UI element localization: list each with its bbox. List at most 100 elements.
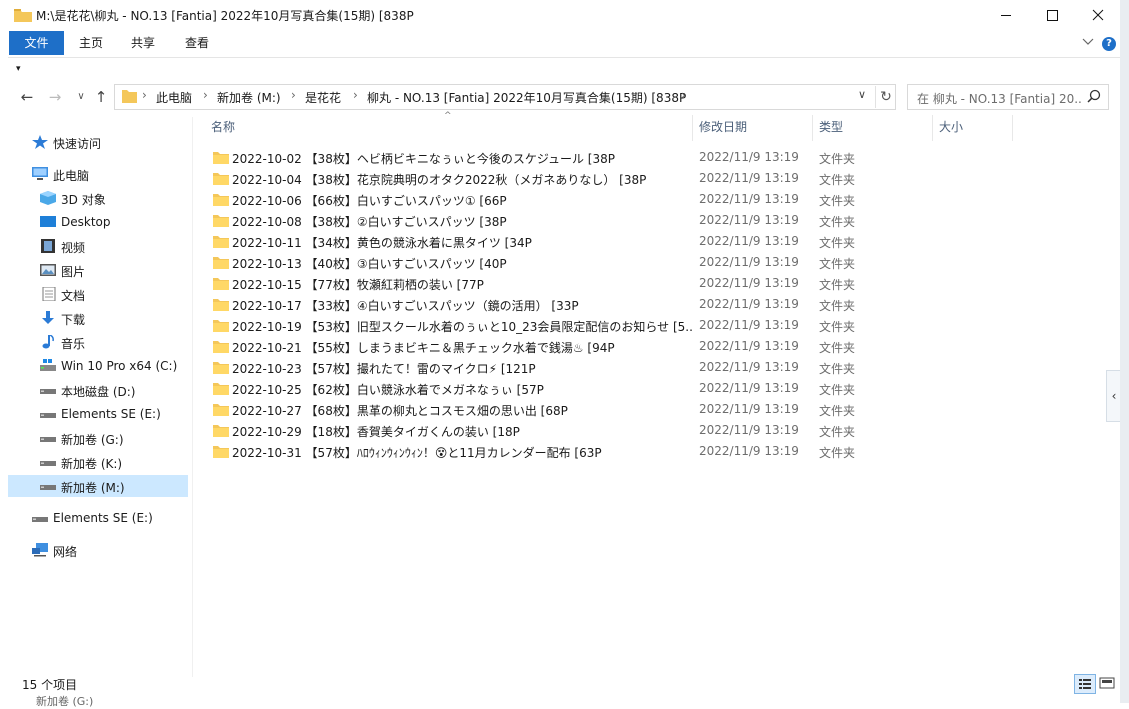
nav-item-pictures[interactable]: 图片 [8,259,188,281]
nav-item-music[interactable]: 音乐 [8,331,188,353]
folder-icon [213,383,229,395]
table-row[interactable]: 2022-10-15 【77枚】牧瀬紅莉栖の装い [77P 2022/11/9 1… [210,273,870,294]
file-name: 2022-10-31 【57枚】ﾊﾛｳｨﾝｳｨﾝｳｨﾝ！😵と11月カレンダー配布… [232,446,602,460]
maximize-icon [1047,10,1058,21]
column-header-size[interactable]: 大小 [939,113,1009,141]
refresh-button[interactable]: ↻ [875,86,896,108]
table-row[interactable]: 2022-10-19 【53枚】旧型スクール水着のぅぃと10_23会員限定配信の… [210,315,870,336]
nav-item-videos[interactable]: 视频 [8,235,188,257]
file-name: 2022-10-27 【68枚】黒革の柳丸とコスモス畑の思い出 [68P [232,404,568,418]
file-type: 文件夹 [819,341,856,355]
table-row[interactable]: 2022-10-31 【57枚】ﾊﾛｳｨﾝｳｨﾝｳｨﾝ！😵と11月カレンダー配布… [210,441,870,462]
file-name: 2022-10-11 【34枚】黄色の競泳水着に黒タイツ [34P [232,236,532,250]
ribbon-expand-icon[interactable] [1082,37,1094,47]
nav-item-label: 新加卷 (K:) [61,457,123,471]
search-placeholder[interactable]: 在 柳丸 - NO.13 [Fantia] 20... [917,90,1082,107]
file-type: 文件夹 [819,362,856,376]
folder-icon [213,278,229,290]
nav-item-network[interactable]: 网络 [8,539,188,561]
nav-item-documents[interactable]: 文档 [8,283,188,305]
tab-view[interactable]: 查看 [184,31,210,55]
folder-icon [213,404,229,416]
table-row[interactable]: 2022-10-25 【62枚】白い競泳水着でメガネなぅぃ [57P 2022/1… [210,378,870,399]
nav-item-drive-d[interactable]: 本地磁盘 (D:) [8,379,188,401]
tab-share[interactable]: 共享 [130,31,156,55]
table-row[interactable]: 2022-10-11 【34枚】黄色の競泳水着に黒タイツ [34P 2022/11… [210,231,870,252]
minimize-button[interactable] [983,0,1029,31]
nav-item-drive-g[interactable]: 新加卷 (G:) [8,427,188,449]
folder-icon [213,341,229,353]
back-button[interactable]: ← [18,88,36,106]
breadcrumb-separator[interactable]: › [681,88,686,102]
forward-button[interactable]: → [46,88,64,106]
table-row[interactable]: 2022-10-13 【40枚】③白いすごいスパッツ [40P 2022/11/9… [210,252,870,273]
table-row[interactable]: 2022-10-27 【68枚】黒革の柳丸とコスモス畑の思い出 [68P 2022… [210,399,870,420]
breadcrumb-drive-m[interactable]: 新加卷 (M:) [217,89,281,106]
column-divider[interactable] [1012,115,1013,141]
nav-item-desktop[interactable]: Desktop [8,211,188,233]
column-header-type[interactable]: 类型 [819,113,929,141]
nav-item-drive-e[interactable]: Elements SE (E:) [8,403,188,425]
details-view-button[interactable] [1074,674,1096,694]
breadcrumb-folder-shihuahua[interactable]: 是花花 [305,89,341,106]
quick-access-toolbar-dropdown[interactable]: ▾ [16,64,21,74]
file-modified-date: 2022/11/9 13:19 [699,318,799,332]
column-header-date[interactable]: 修改日期 [699,113,809,141]
file-type: 文件夹 [819,215,856,229]
tab-file[interactable]: 文件 [9,31,64,55]
file-name: 2022-10-29 【18枚】香賀美タイガくんの装い [18P [232,425,520,439]
table-row[interactable]: 2022-10-06 【66枚】白いすごいスパッツ① [66P 2022/11/9… [210,189,870,210]
breadcrumb-separator[interactable]: › [291,88,296,102]
nav-item-label: 音乐 [61,337,86,351]
nav-item-downloads[interactable]: 下载 [8,307,188,329]
table-row[interactable]: 2022-10-17 【33枚】④白いすごいスパッツ（鏡の活用） [33P 202… [210,294,870,315]
breadcrumb-this-pc[interactable]: 此电脑 [156,89,192,106]
recent-locations-button[interactable]: ∨ [72,88,90,106]
file-type: 文件夹 [819,257,856,271]
nav-item-this-pc[interactable]: 此电脑 [8,163,188,185]
large-icons-view-icon [1099,677,1115,689]
table-row[interactable]: 2022-10-02 【38枚】ヘビ柄ビキニなぅぃと今後のスケジュール [38P… [210,147,870,168]
table-row[interactable]: 2022-10-21 【55枚】しまうまビキニ＆黒チェック水着で銭湯♨ [94P… [210,336,870,357]
nav-item-quick-access[interactable]: 快速访问 [8,131,188,153]
table-row[interactable]: 2022-10-08 【38枚】②白いすごいスパッツ [38P 2022/11/9… [210,210,870,231]
close-button[interactable] [1075,0,1121,31]
nav-item-drive-c[interactable]: Win 10 Pro x64 (C:) [8,355,188,377]
folder-icon [213,320,229,332]
window-title: M:\是花花\柳丸 - NO.13 [Fantia] 2022年10月写真合集(… [36,9,414,23]
maximize-button[interactable] [1029,0,1075,31]
breadcrumb-separator[interactable]: › [353,88,358,102]
help-icon[interactable]: ? [1102,37,1116,51]
nav-item-3d-objects[interactable]: 3D 对象 [8,187,188,209]
nav-item-label: 此电脑 [53,169,90,183]
nav-item-label: 视频 [61,241,86,255]
pane-divider[interactable] [192,117,193,677]
address-history-dropdown[interactable]: ∨ [858,88,866,101]
ribbon: 文件 主页 共享 查看 ? [0,31,1120,57]
up-button[interactable]: ↑ [92,88,110,106]
breadcrumb-separator[interactable]: › [203,88,208,102]
column-header-name[interactable]: 名称 [211,113,691,141]
table-row[interactable]: 2022-10-04 【38枚】花京院典明のオタク2022秋（メガネありなし） … [210,168,870,189]
column-divider[interactable] [692,115,693,141]
table-row[interactable]: 2022-10-29 【18枚】香賀美タイガくんの装い [18P 2022/11/… [210,420,870,441]
search-box[interactable]: 在 柳丸 - NO.13 [Fantia] 20... [907,84,1109,110]
file-name: 2022-10-02 【38枚】ヘビ柄ビキニなぅぃと今後のスケジュール [38P [232,152,615,166]
file-modified-date: 2022/11/9 13:19 [699,381,799,395]
folder-icon [213,257,229,269]
breadcrumb-current-folder[interactable]: 柳丸 - NO.13 [Fantia] 2022年10月写真合集(15期) [8… [367,89,686,106]
search-icon[interactable] [1087,89,1101,103]
column-divider[interactable] [812,115,813,141]
file-modified-date: 2022/11/9 13:19 [699,234,799,248]
nav-item-drive-k[interactable]: 新加卷 (K:) [8,451,188,473]
file-name: 2022-10-17 【33枚】④白いすごいスパッツ（鏡の活用） [33P [232,299,579,313]
nav-item-label: 文档 [61,289,86,303]
address-bar[interactable]: › 此电脑 › 新加卷 (M:) › 是花花 › 柳丸 - NO.13 [Fan… [114,84,896,110]
nav-item-drive-m[interactable]: 新加卷 (M:) [8,475,188,497]
large-icons-view-button[interactable] [1097,674,1117,692]
table-row[interactable]: 2022-10-23 【57枚】撮れたて！雷のマイクロ⚡ [121P 2022/1… [210,357,870,378]
video-icon [41,239,55,253]
tab-home[interactable]: 主页 [78,31,104,55]
column-divider[interactable] [932,115,933,141]
nav-item-external-e[interactable]: Elements SE (E:) [8,507,188,529]
